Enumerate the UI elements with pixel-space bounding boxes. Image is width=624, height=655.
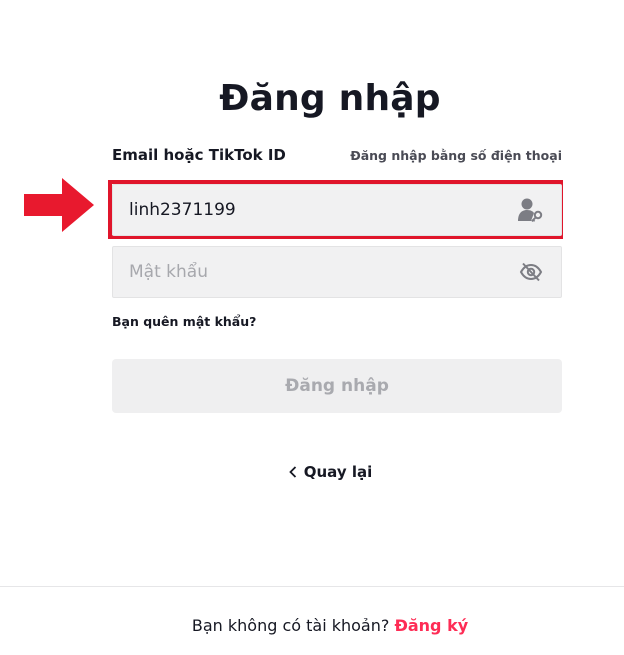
red-arrow-icon xyxy=(24,178,94,232)
signup-link[interactable]: Đăng ký xyxy=(394,616,468,635)
back-link-label: Quay lại xyxy=(303,463,373,481)
footer-divider xyxy=(0,586,624,587)
signup-footer: Bạn không có tài khoản? Đăng ký xyxy=(0,616,624,635)
email-tiktok-id-label: Email hoặc TikTok ID xyxy=(112,146,286,164)
password-input[interactable] xyxy=(129,262,517,282)
login-button[interactable]: Đăng nhập xyxy=(112,359,562,413)
page-title: Đăng nhập xyxy=(219,78,441,119)
back-link[interactable]: Quay lại xyxy=(0,463,624,481)
no-account-text: Bạn không có tài khoản? xyxy=(191,616,395,635)
username-input[interactable] xyxy=(129,200,517,220)
phone-login-link[interactable]: Đăng nhập bằng số điện thoại xyxy=(350,148,562,163)
chevron-left-icon xyxy=(288,466,296,478)
login-page: Đăng nhập Email hoặc TikTok ID Đăng nhập… xyxy=(0,0,624,655)
username-field[interactable] xyxy=(112,184,562,236)
forgot-password-link[interactable]: Bạn quên mật khẩu? xyxy=(112,314,256,329)
user-key-icon[interactable] xyxy=(517,196,545,224)
password-field[interactable] xyxy=(112,246,562,298)
eye-off-icon[interactable] xyxy=(517,258,545,286)
field-label-row: Email hoặc TikTok ID Đăng nhập bằng số đ… xyxy=(112,146,562,164)
